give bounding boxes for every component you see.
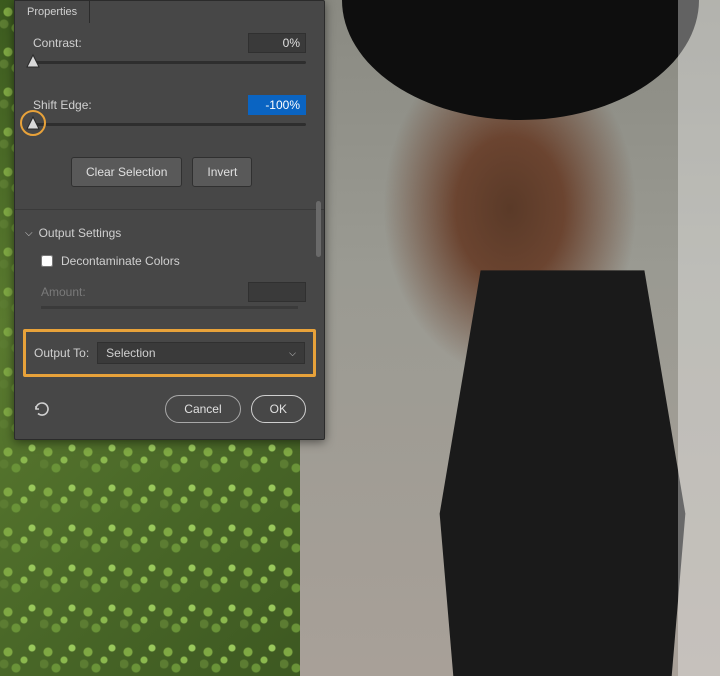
shift-edge-value-input[interactable]: -100% <box>248 95 306 115</box>
shift-edge-slider-thumb[interactable] <box>25 115 41 131</box>
subject-hat <box>342 0 699 120</box>
divider <box>15 209 324 210</box>
output-settings-header[interactable]: ⌵ Output Settings <box>25 226 306 240</box>
contrast-value-input[interactable]: 0% <box>248 33 306 53</box>
output-to-dropdown[interactable]: Selection ⌵ <box>97 342 305 364</box>
shift-edge-row: Shift Edge: -100% <box>33 95 306 115</box>
decontaminate-label: Decontaminate Colors <box>61 254 180 268</box>
output-to-label: Output To: <box>34 346 89 360</box>
output-to-highlight: Output To: Selection ⌵ <box>23 329 316 377</box>
decontaminate-checkbox[interactable] <box>41 255 53 267</box>
output-settings-label: Output Settings <box>39 226 122 240</box>
reset-icon[interactable] <box>33 400 51 418</box>
invert-button[interactable]: Invert <box>192 157 252 187</box>
subject-photo <box>300 0 720 676</box>
properties-panel: Properties Contrast: 0% Shift Edge: -100… <box>14 0 325 440</box>
chevron-down-icon: ⌵ <box>25 228 33 239</box>
output-to-value: Selection <box>106 346 155 360</box>
selection-buttons-row: Clear Selection Invert <box>71 157 306 187</box>
shift-edge-slider[interactable] <box>33 119 306 139</box>
contrast-row: Contrast: 0% <box>33 33 306 53</box>
amount-label: Amount: <box>41 285 86 299</box>
amount-row: Amount: <box>41 282 306 302</box>
scrollbar-thumb[interactable] <box>316 201 321 257</box>
cancel-button[interactable]: Cancel <box>165 395 240 423</box>
contrast-slider-thumb[interactable] <box>25 53 41 69</box>
amount-slider <box>41 306 298 309</box>
ok-button[interactable]: OK <box>251 395 306 423</box>
contrast-slider[interactable] <box>33 57 306 77</box>
amount-value-input <box>248 282 306 302</box>
decontaminate-row: Decontaminate Colors <box>41 254 306 268</box>
shift-edge-label: Shift Edge: <box>33 98 92 112</box>
chevron-down-icon: ⌵ <box>289 348 296 359</box>
panel-tab-properties[interactable]: Properties <box>14 0 90 23</box>
panel-footer: Cancel OK <box>33 395 306 423</box>
contrast-label: Contrast: <box>33 36 82 50</box>
clear-selection-button[interactable]: Clear Selection <box>71 157 182 187</box>
